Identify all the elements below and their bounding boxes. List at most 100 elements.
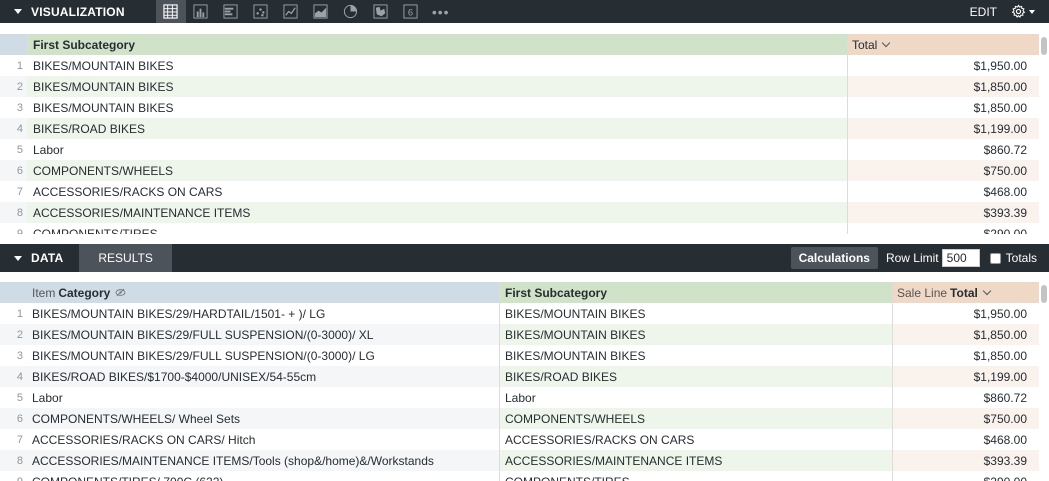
- table-row: 1 BIKES/MOUNTAIN BIKES/29/HARDTAIL/1501- …: [0, 303, 1049, 324]
- visualization-scrollbar[interactable]: [1039, 34, 1049, 234]
- cell-sale-line-total: $393.39: [892, 450, 1039, 471]
- column-header-view-label: Sale Line: [897, 285, 948, 300]
- data-title: DATA: [31, 251, 64, 265]
- column-header-item-category[interactable]: Item Category: [27, 282, 499, 303]
- data-scrollbar[interactable]: [1039, 282, 1049, 481]
- cell-total: $468.00: [847, 181, 1039, 202]
- column-header-first-subcategory[interactable]: First Subcategory: [27, 34, 847, 55]
- cell-item-category: BIKES/MOUNTAIN BIKES/29/HARDTAIL/1501- +…: [32, 306, 326, 321]
- caret-down-icon: [14, 255, 22, 261]
- data-toolbar: DATA RESULTS Calculations Row Limit Tota…: [0, 244, 1049, 272]
- row-index: 4: [0, 366, 27, 387]
- data-results-table: Item Category First Subcategory Sale Lin…: [0, 282, 1049, 481]
- row-index: 1: [16, 59, 23, 72]
- table-header-row: Item Category First Subcategory Sale Lin…: [0, 282, 1049, 303]
- table-row: 8 ACCESSORIES/MAINTENANCE ITEMS/Tools (sh…: [0, 450, 1049, 471]
- pie-chart-icon[interactable]: [336, 0, 366, 23]
- visualization-section-toggle[interactable]: VISUALIZATION: [0, 0, 125, 23]
- table-row: 3 BIKES/MOUNTAIN BIKES $1,850.00: [0, 97, 1049, 118]
- cell-total: $290.00: [847, 223, 1039, 234]
- cell-first-subcategory: COMPONENTS/TIRES: [33, 226, 158, 235]
- sort-desc-icon: [982, 286, 992, 295]
- table-row: 4 BIKES/ROAD BIKES $1,199.00: [0, 118, 1049, 139]
- data-scroll-thumb[interactable]: [1041, 285, 1047, 303]
- cell-sale-line-total: $1,850.00: [892, 345, 1039, 366]
- cell-total: $1,199.00: [847, 118, 1039, 139]
- table-row: 3 BIKES/MOUNTAIN BIKES/29/FULL SUSPENSION…: [0, 345, 1049, 366]
- row-index-header: [0, 34, 27, 55]
- map-icon[interactable]: [366, 0, 396, 23]
- row-index: 8: [0, 202, 27, 223]
- row-limit-label: Row Limit: [885, 251, 939, 265]
- table-row: 6 COMPONENTS/WHEELS/ Wheel Sets COMPONENTS…: [0, 408, 1049, 429]
- column-header-field-label: Total: [950, 285, 978, 300]
- row-index: 2: [0, 76, 27, 97]
- cell-first-subcategory: ACCESSORIES/MAINTENANCE ITEMS: [27, 202, 847, 223]
- scatter-icon[interactable]: [246, 0, 276, 23]
- horizontal-bar-icon[interactable]: [216, 0, 246, 23]
- eye-slash-icon: [115, 288, 126, 297]
- table-row: 5 Labor Labor $860.72: [0, 387, 1049, 408]
- row-index: 8: [0, 450, 27, 471]
- bar-chart-icon[interactable]: [186, 0, 216, 23]
- cell-first-subcategory: BIKES/MOUNTAIN BIKES: [499, 345, 892, 366]
- table-header-row: First Subcategory Total: [0, 34, 1049, 55]
- table-row: 7 ACCESSORIES/RACKS ON CARS $468.00: [0, 181, 1049, 202]
- cell-item-category: ACCESSORIES/RACKS ON CARS/ Hitch: [32, 432, 256, 447]
- table-icon[interactable]: [155, 0, 186, 23]
- cell-first-subcategory: Labor: [499, 387, 892, 408]
- visualization-scroll-thumb[interactable]: [1041, 37, 1047, 55]
- table-row: 8 ACCESSORIES/MAINTENANCE ITEMS $393.39: [0, 202, 1049, 223]
- table-row: 4 BIKES/ROAD BIKES/$1700-$4000/UNISEX/54-…: [0, 366, 1049, 387]
- totals-label: Totals: [1005, 251, 1037, 265]
- row-index: 5: [16, 391, 23, 404]
- cell-first-subcategory: BIKES/MOUNTAIN BIKES: [27, 76, 847, 97]
- cell-sale-line-total: $290.00: [892, 471, 1039, 481]
- row-index: 9: [0, 471, 27, 481]
- column-header-total[interactable]: Total: [847, 34, 1039, 55]
- row-index: 9: [16, 227, 23, 235]
- cell-first-subcategory: BIKES/MOUNTAIN BIKES: [33, 100, 174, 115]
- cell-item-category: BIKES/ROAD BIKES/$1700-$4000/UNISEX/54-5…: [27, 366, 499, 387]
- table-row: 5 Labor $860.72: [0, 139, 1049, 160]
- data-section-toggle[interactable]: DATA: [0, 244, 63, 272]
- row-index: 3: [16, 349, 23, 362]
- totals-checkbox[interactable]: [989, 252, 1001, 264]
- cell-first-subcategory: COMPONENTS/WHEELS: [499, 408, 892, 429]
- cell-total: $750.00: [847, 160, 1039, 181]
- row-limit-input[interactable]: [941, 249, 980, 267]
- line-chart-icon[interactable]: [276, 0, 306, 23]
- sort-desc-icon: [882, 38, 891, 47]
- cell-item-category: BIKES/MOUNTAIN BIKES/29/FULL SUSPENSION/…: [27, 324, 499, 345]
- row-index: 2: [0, 324, 27, 345]
- edit-button[interactable]: EDIT: [970, 5, 997, 19]
- cell-first-subcategory: ACCESSORIES/MAINTENANCE ITEMS: [499, 450, 892, 471]
- table-row: 6 COMPONENTS/WHEELS $750.00: [0, 160, 1049, 181]
- cell-total: $1,850.00: [847, 76, 1039, 97]
- cell-item-category: BIKES/MOUNTAIN BIKES/29/FULL SUSPENSION/…: [32, 348, 375, 363]
- table-row: 7 ACCESSORIES/RACKS ON CARS/ Hitch ACCESSO…: [0, 429, 1049, 450]
- row-index: 7: [16, 433, 23, 446]
- gear-icon[interactable]: [1011, 4, 1035, 19]
- more-dots: •••: [431, 3, 450, 20]
- single-value-icon[interactable]: 6: [396, 0, 426, 23]
- cell-total: $393.39: [847, 202, 1039, 223]
- tab-results[interactable]: RESULTS: [79, 244, 172, 272]
- table-row: 1 BIKES/MOUNTAIN BIKES $1,950.00: [0, 55, 1049, 76]
- table-row: 9COMPONENTS/TIRES/ 700C (622)COMPONENTS/…: [0, 471, 1049, 481]
- column-header-sale-line-total[interactable]: Sale Line Total: [892, 282, 1039, 303]
- area-chart-icon[interactable]: [306, 0, 336, 23]
- table-row: 9 COMPONENTS/TIRES $290.00: [0, 223, 1049, 234]
- cell-sale-line-total: $750.00: [892, 408, 1039, 429]
- more-icon[interactable]: •••: [426, 0, 456, 23]
- cell-sale-line-total: $1,950.00: [892, 303, 1039, 324]
- column-header-view-label: Item: [32, 285, 56, 300]
- column-header-total-label: Total: [852, 37, 878, 52]
- row-index: 5: [16, 143, 23, 156]
- visualization-toolbar: VISUALIZATION 6 ••• EDIT: [0, 0, 1049, 23]
- column-header-first-subcategory[interactable]: First Subcategory: [499, 282, 892, 303]
- cell-sale-line-total: $860.72: [892, 387, 1039, 408]
- cell-sale-line-total: $1,199.00: [892, 366, 1039, 387]
- cell-total: $860.72: [847, 139, 1039, 160]
- calculations-button[interactable]: Calculations: [790, 247, 878, 269]
